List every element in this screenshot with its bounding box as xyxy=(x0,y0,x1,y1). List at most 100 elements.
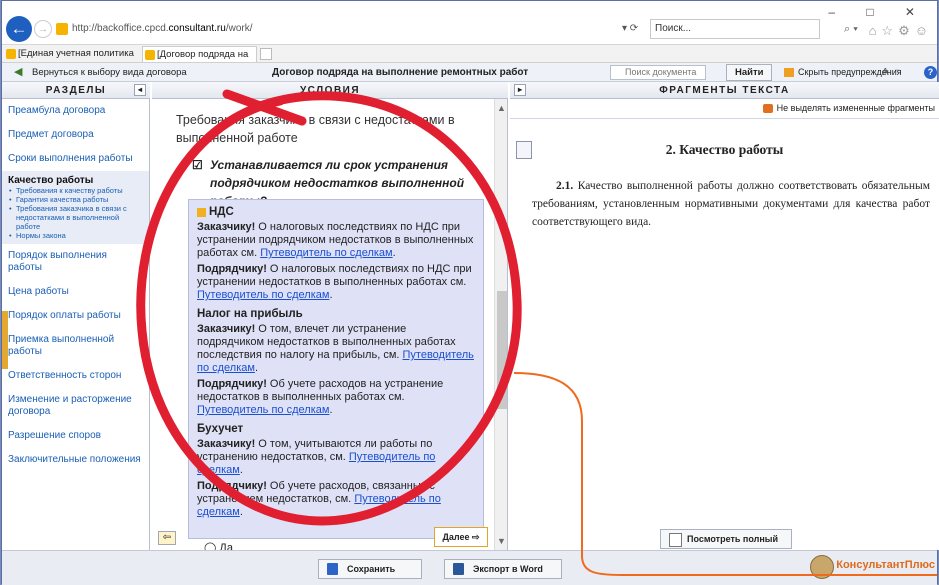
guide-link[interactable]: Путеводитель по сделкам xyxy=(197,404,329,416)
sidebar-item[interactable]: Приемка выполненной работы xyxy=(2,328,149,364)
sidebar-item[interactable]: Порядок оплаты работы xyxy=(2,304,149,328)
fragments-panel: Не выделять измененные фрагменты 2. Каче… xyxy=(510,99,939,562)
tab-strip: [Единая учетная политика (це... [Договор… xyxy=(2,45,937,76)
advice-end: . xyxy=(392,247,396,259)
scroll-thumb[interactable] xyxy=(497,291,507,409)
prev-button[interactable]: ⇦ xyxy=(158,531,176,545)
view-full-text-button[interactable]: Посмотреть полный текст xyxy=(660,529,792,562)
guide-link[interactable]: Путеводитель по сделкам xyxy=(260,247,392,259)
advice-paragraph: Заказчику! О том, влечет ли устранение п… xyxy=(197,323,475,375)
advice-audience: Заказчику! xyxy=(197,438,256,450)
save-label: Сохранить xyxy=(347,564,396,574)
tax-info-panel: НДС Заказчику! О налоговых последствиях п… xyxy=(188,199,484,539)
window-controls[interactable]: – □ ✕ xyxy=(828,5,929,19)
advice-audience: Заказчику! xyxy=(197,221,256,233)
advice-end: . xyxy=(239,506,243,518)
back-label: Вернуться к выбору вида договора xyxy=(32,67,187,78)
radio-yes-label: Да xyxy=(219,542,233,550)
sidebar-item[interactable]: Заключительные положения xyxy=(2,448,149,472)
address-bar: ← → http://backoffice.cpcd.consultant.ru… xyxy=(2,1,937,45)
advice-paragraph: Заказчику! О налоговых последствиях по Н… xyxy=(197,221,475,260)
collapse-left-icon[interactable]: ◂ xyxy=(134,84,146,96)
floppy-icon xyxy=(327,563,338,575)
back-icon[interactable]: ← xyxy=(6,16,32,42)
browser-search-input[interactable]: Поиск... xyxy=(650,19,820,39)
sidebar-item[interactable]: Изменение и расторжение договора xyxy=(2,388,149,424)
brand-logo: КонсультантПлюс xyxy=(810,555,935,579)
advice-audience: Подрядчику! xyxy=(197,378,267,390)
scroll-down-icon[interactable]: ▼ xyxy=(497,536,506,546)
document-search-input[interactable]: Поиск документа xyxy=(610,65,706,80)
export-label: Экспорт в Word xyxy=(473,564,543,574)
advice-paragraph: Подрядчику! О налоговых последствиях по … xyxy=(197,263,475,302)
sidebar-item[interactable]: Ответственность сторон xyxy=(2,364,149,388)
block-title: Налог на прибыль xyxy=(197,308,303,320)
document-title: Договор подряда на выполнение ремонтных … xyxy=(272,67,529,78)
sidebar-subitem[interactable]: Требования к качеству работы xyxy=(8,186,143,195)
radio-yes[interactable]: ◯ Да xyxy=(204,541,233,550)
help-icon[interactable]: ? xyxy=(924,66,937,79)
app-toolbar: ◀ Вернуться к выбору вида договора Догово… xyxy=(2,63,937,97)
sidebar-item[interactable]: Порядок выполнения работы xyxy=(2,244,149,280)
sidebar-current-section[interactable]: Качество работы Требования к качеству ра… xyxy=(2,171,149,244)
next-button[interactable]: Далее ⇨ xyxy=(434,527,488,547)
sidebar-item[interactable]: Предмет договора xyxy=(2,123,149,147)
conditions-panel: Требования заказчика в связи с недостатк… xyxy=(152,99,508,550)
url-host: consultant.ru xyxy=(168,23,226,34)
block-title: НДС xyxy=(197,206,475,219)
section-title: 2. Качество работы xyxy=(665,142,784,157)
new-tab-button[interactable] xyxy=(260,48,272,60)
home-star-gear-icons[interactable]: ⌂☆⚙☺ xyxy=(869,23,933,39)
url-path: /work/ xyxy=(225,23,253,34)
advice-audience: Подрядчику! xyxy=(197,263,267,275)
advice-end: . xyxy=(329,404,333,416)
url-field[interactable]: http://backoffice.cpcd.consultant.ru/wor… xyxy=(56,19,596,39)
advice-paragraph: Заказчику! О том, учитываются ли работы … xyxy=(197,438,475,477)
save-button[interactable]: Сохранить xyxy=(318,559,422,579)
back-to-contract-type-link[interactable]: ◀ Вернуться к выбору вида договора xyxy=(12,63,187,82)
advice-audience: Заказчику! xyxy=(197,323,256,335)
expand-right-icon[interactable]: ▸ xyxy=(514,84,526,96)
block-title: Бухучет xyxy=(197,423,244,435)
forward-icon[interactable]: → xyxy=(34,20,52,38)
export-word-button[interactable]: Экспорт в Word xyxy=(444,559,562,579)
refresh-icon[interactable]: ▾ ⟳ xyxy=(622,19,638,39)
tab-contract[interactable]: [Договор подряда на выпо... xyxy=(142,46,257,76)
sidebar-item[interactable]: Цена работы xyxy=(2,280,149,304)
back-arrow-icon: ◀ xyxy=(14,66,23,78)
scroll-up-icon[interactable]: ▲ xyxy=(497,103,506,113)
word-icon xyxy=(453,563,464,575)
sidebar-item[interactable]: Преамбула договора xyxy=(2,99,149,123)
para-number: 2.1. xyxy=(556,180,574,192)
advice-paragraph: Подрядчику! Об учете расходов на устране… xyxy=(197,378,475,417)
browser-window: ← → http://backoffice.cpcd.consultant.ru… xyxy=(1,0,939,585)
sidebar-item[interactable]: Сроки выполнения работы xyxy=(2,147,149,171)
conditions-scrollbar[interactable]: ▲ ▼ xyxy=(494,99,507,550)
no-highlight-toggle[interactable]: Не выделять измененные фрагменты xyxy=(762,103,935,113)
sidebar-subitem[interactable]: Гарантия качества работы xyxy=(8,195,143,204)
section-paragraph: 2.1. Качество выполненной работы должно … xyxy=(532,177,930,231)
sections-sidebar: Преамбула договора Предмет договора Сроки … xyxy=(2,99,150,550)
sidebar-subitem[interactable]: Нормы закона xyxy=(8,231,143,240)
conditions-header: УСЛОВИЯ xyxy=(152,82,508,99)
sections-header: РАЗДЕЛЫ ◂ xyxy=(2,82,150,99)
advice-end: . xyxy=(239,464,243,476)
advice-end: . xyxy=(254,362,259,374)
sections-header-label: РАЗДЕЛЫ xyxy=(45,85,107,96)
sidebar-subitem[interactable]: Требования заказчика в связи с недостатк… xyxy=(8,204,143,231)
search-icon[interactable]: ⌕ ▾ xyxy=(844,19,858,39)
url-prefix: http://backoffice.cpcd. xyxy=(72,23,169,34)
side-tab-marker[interactable] xyxy=(2,311,8,369)
advice-audience: Подрядчику! xyxy=(197,480,267,492)
advice-end: . xyxy=(329,289,333,301)
divider xyxy=(510,118,939,119)
advice-paragraph: Подрядчику! Об учете расходов, связанных… xyxy=(197,480,475,519)
para-text: Качество выполненной работы должно соотв… xyxy=(532,180,930,228)
conditions-heading: Требования заказчика в связи с недостатк… xyxy=(176,113,455,145)
fragments-header: ▸ ФРАГМЕНТЫ ТЕКСТА xyxy=(510,82,939,99)
tab-policy[interactable]: [Единая учетная политика (це... xyxy=(4,46,144,75)
guide-link[interactable]: Путеводитель по сделкам xyxy=(197,289,329,301)
find-button[interactable]: Найти xyxy=(726,64,773,81)
sidebar-item[interactable]: Разрешение споров xyxy=(2,424,149,448)
footer-bar: Сохранить Экспорт в Word КонсультантПлюс xyxy=(2,550,937,585)
